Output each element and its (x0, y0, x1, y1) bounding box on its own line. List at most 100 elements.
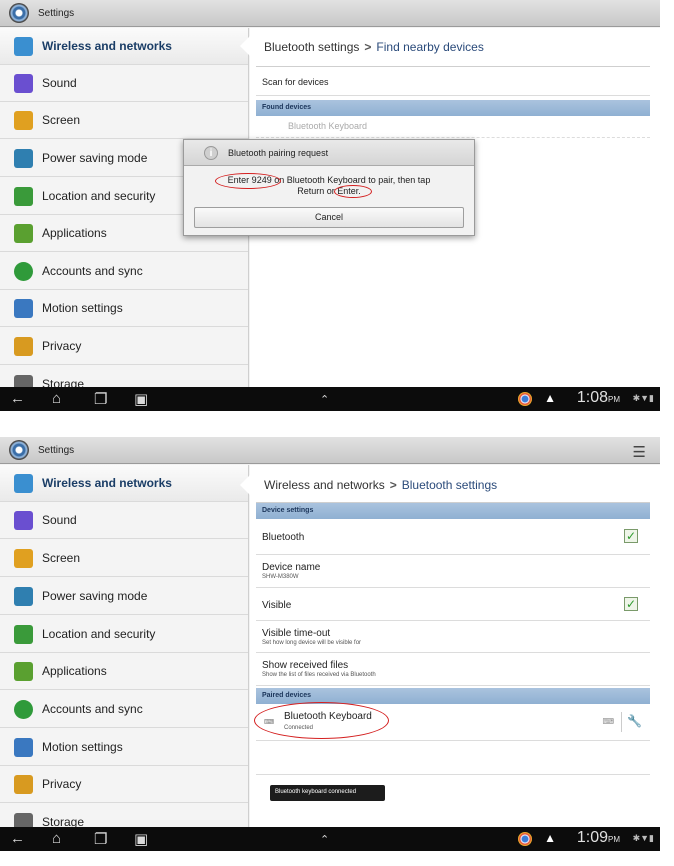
sidebar-item-wireless[interactable]: Wireless and networks (0, 465, 248, 502)
keyboard-small-icon: ⌨ (602, 717, 614, 726)
device-name-row[interactable]: Device name SHW-M380W (256, 555, 650, 588)
dialog-header: i Bluetooth pairing request (184, 140, 474, 166)
sidebar-item-label: Privacy (42, 339, 82, 353)
find-nearby-devices-row[interactable] (256, 741, 650, 775)
breadcrumb-parent[interactable]: Wireless and networks (264, 478, 385, 492)
system-bar: ← ⌂ ❐ ▣ ⌃ ▲ 1:08PM ✱▼▮ (0, 387, 660, 411)
breadcrumb-current: Find nearby devices (376, 40, 484, 54)
visible-timeout-row[interactable]: Visible time-out Set how long device wil… (256, 621, 650, 653)
system-bar: ← ⌂ ❐ ▣ ⌃ ▲ 1:09PM ✱▼▮ (0, 827, 660, 851)
screenshot-icon[interactable]: ▣ (134, 390, 148, 408)
screenshot-pairing-request: Settings Wireless and networks Sound Scr… (0, 0, 660, 411)
sidebar-item-label: Wireless and networks (42, 39, 172, 53)
content-pane: Wireless and networks > Bluetooth settings… (250, 465, 660, 827)
grid-lock-icon (14, 625, 33, 644)
wrench-settings-icon[interactable]: 🔧 (627, 714, 642, 728)
title-bar: Settings ☰ (0, 437, 660, 464)
browser-notification-icon (518, 832, 532, 846)
sidebar-item-sound[interactable]: Sound (0, 65, 248, 102)
sidebar-item-motion[interactable]: Motion settings (0, 290, 248, 327)
speaker-icon (14, 511, 33, 530)
sidebar-item-label: Wireless and networks (42, 476, 172, 490)
device-settings-header: Device settings (256, 503, 650, 519)
warning-icon: ▲ (544, 391, 556, 405)
sidebar-item-wireless[interactable]: Wireless and networks (0, 28, 248, 65)
paired-device-row[interactable]: ⌨ Bluetooth Keyboard Connected ⌨ 🔧 (254, 702, 650, 741)
home-icon[interactable]: ⌂ (52, 390, 61, 407)
sidebar-item-accounts-sync[interactable]: Accounts and sync (0, 253, 248, 290)
tablet-icon (14, 738, 33, 757)
sidebar-item-location-security[interactable]: Location and security (0, 616, 248, 653)
sidebar-item-screen[interactable]: Screen (0, 540, 248, 577)
breadcrumb: Bluetooth settings > Find nearby devices (264, 40, 484, 54)
info-icon: i (204, 146, 218, 160)
sidebar-item-motion[interactable]: Motion settings (0, 729, 248, 766)
menu-icon[interactable]: ☰ (633, 443, 646, 461)
chevron-up-icon[interactable]: ⌃ (320, 833, 329, 846)
grid-lock-icon (14, 187, 33, 206)
back-icon[interactable]: ← (10, 830, 25, 847)
sidebar-item-privacy[interactable]: Privacy (0, 766, 248, 803)
sidebar-item-screen[interactable]: Screen (0, 102, 248, 139)
scan-devices-label: Scan for devices (262, 77, 329, 87)
enter-highlight-ring (334, 185, 372, 198)
visible-timeout-description: Set how long device will be visible for (262, 640, 362, 646)
sidebar-item-sound[interactable]: Sound (0, 502, 248, 539)
visible-toggle-row[interactable]: Visible ✓ (256, 588, 650, 621)
sidebar-item-label: Accounts and sync (42, 702, 143, 716)
back-icon[interactable]: ← (10, 390, 25, 407)
bluetooth-signal-battery-icons: ✱▼▮ (632, 393, 654, 403)
battery-icon (14, 149, 33, 168)
cancel-button[interactable]: Cancel (194, 207, 464, 228)
clock-ampm: PM (608, 835, 620, 844)
scan-devices-row[interactable]: Scan for devices (256, 68, 650, 96)
speaker-icon (14, 74, 33, 93)
battery-icon (14, 587, 33, 606)
sidebar-item-label: Location and security (42, 189, 156, 203)
sidebar-item-accounts-sync[interactable]: Accounts and sync (0, 691, 248, 728)
breadcrumb-parent[interactable]: Bluetooth settings (264, 40, 359, 54)
sync-icon (14, 700, 33, 719)
show-received-files-row[interactable]: Show received files Show the list of fil… (256, 653, 650, 686)
settings-app-icon (9, 440, 29, 460)
sidebar-item-label: Applications (42, 226, 107, 240)
applications-icon (14, 662, 33, 681)
screenshot-icon[interactable]: ▣ (134, 830, 148, 848)
brightness-icon (14, 111, 33, 130)
bluetooth-checkbox[interactable]: ✓ (624, 529, 638, 543)
clock-time: 1:09 (576, 829, 608, 846)
clock: 1:08PM (577, 389, 620, 407)
divider (621, 712, 622, 732)
sidebar-item-label: Applications (42, 664, 107, 678)
home-icon[interactable]: ⌂ (52, 830, 61, 847)
selection-pointer (240, 36, 250, 56)
sidebar-item-label: Sound (42, 513, 77, 527)
storage-icon (14, 813, 33, 827)
pairing-dialog: i Bluetooth pairing request Enter 9249 o… (183, 139, 475, 236)
applications-icon (14, 224, 33, 243)
warning-icon: ▲ (544, 831, 556, 845)
recent-apps-icon[interactable]: ❐ (94, 390, 107, 408)
breadcrumb-separator: > (364, 40, 372, 54)
sidebar-item-applications[interactable]: Applications (0, 653, 248, 690)
wifi-icon (14, 474, 33, 493)
found-device-label: Bluetooth Keyboard (288, 121, 368, 131)
found-device-row[interactable]: Bluetooth Keyboard (256, 116, 650, 138)
settings-sidebar: Wireless and networks Sound Screen Power… (0, 465, 249, 827)
dialog-title: Bluetooth pairing request (228, 148, 329, 158)
recent-apps-icon[interactable]: ❐ (94, 830, 107, 848)
sidebar-item-storage[interactable]: Storage (0, 366, 248, 388)
sidebar-item-label: Power saving mode (42, 589, 148, 603)
selection-pointer (240, 475, 250, 495)
sidebar-item-privacy[interactable]: Privacy (0, 328, 248, 365)
bluetooth-signal-battery-icons: ✱▼▮ (632, 833, 654, 843)
device-name-value: SHW-M380W (262, 574, 299, 580)
fence-icon (14, 775, 33, 794)
visible-checkbox[interactable]: ✓ (624, 597, 638, 611)
bluetooth-toggle-row[interactable]: Bluetooth ✓ (256, 519, 650, 555)
show-received-files-label: Show received files (262, 660, 349, 671)
sidebar-item-storage[interactable]: Storage (0, 804, 248, 827)
chevron-up-icon[interactable]: ⌃ (320, 393, 329, 406)
sidebar-item-power-saving[interactable]: Power saving mode (0, 578, 248, 615)
divider (256, 66, 650, 67)
